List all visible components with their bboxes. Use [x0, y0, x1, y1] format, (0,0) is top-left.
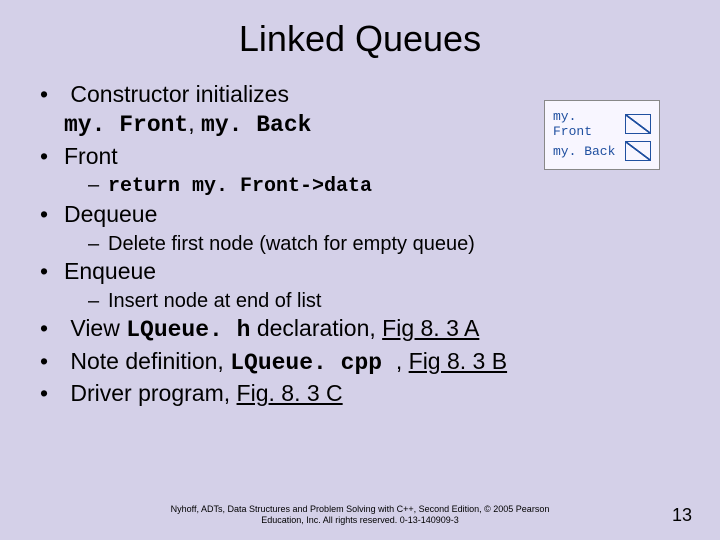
footer-citation: Nyhoff, ADTs, Data Structures and Proble… [0, 504, 720, 526]
link-fig-8-3-b[interactable]: Fig 8. 3 B [409, 348, 507, 374]
null-box-icon [625, 114, 651, 134]
link-fig-8-3-c[interactable]: Fig. 8. 3 C [237, 380, 343, 406]
text-note: Note definition, [70, 348, 230, 374]
footer-line1: Nyhoff, ADTs, Data Structures and Proble… [171, 504, 550, 514]
link-fig-8-3-a[interactable]: Fig 8. 3 A [382, 315, 479, 341]
text-comma: , [396, 348, 409, 374]
text-view: View [70, 315, 126, 341]
bullet-dequeue: Dequeue [40, 200, 690, 229]
bullet-driver: Driver program, Fig. 8. 3 C [40, 379, 690, 408]
text-driver: Driver program, [70, 380, 236, 406]
sub-bullet-insert: Insert node at end of list [88, 288, 690, 314]
diagram-row-front: my. Front [553, 109, 651, 139]
bullet-text: Constructor initializes [70, 81, 289, 107]
footer-line2: Education, Inc. All rights reserved. 0-1… [261, 515, 459, 525]
null-box-icon [625, 141, 651, 161]
bullet-note: Note definition, LQueue. cpp , Fig 8. 3 … [40, 347, 690, 378]
code-lqueue-cpp: LQueue. cpp [230, 350, 396, 376]
bullet-enqueue: Enqueue [40, 257, 690, 286]
code-lqueue-h: LQueue. h [126, 317, 250, 343]
code-return: return my. Front->data [108, 175, 372, 198]
text-declaration: declaration, [250, 315, 382, 341]
sub-bullet-delete: Delete first node (watch for empty queue… [88, 231, 690, 257]
bullet-view: View LQueue. h declaration, Fig 8. 3 A [40, 314, 690, 345]
code-myback: my. Back [201, 112, 311, 138]
slide-title: Linked Queues [0, 0, 720, 80]
code-myfront: my. Front [64, 112, 188, 138]
diagram-row-back: my. Back [553, 141, 651, 161]
diagram-label-back: my. Back [553, 144, 619, 159]
sub-bullet-return: return my. Front->data [88, 172, 690, 200]
diagram-label-front: my. Front [553, 109, 619, 139]
separator: , [188, 110, 201, 136]
pointer-diagram: my. Front my. Back [544, 100, 660, 170]
page-number: 13 [672, 505, 692, 526]
